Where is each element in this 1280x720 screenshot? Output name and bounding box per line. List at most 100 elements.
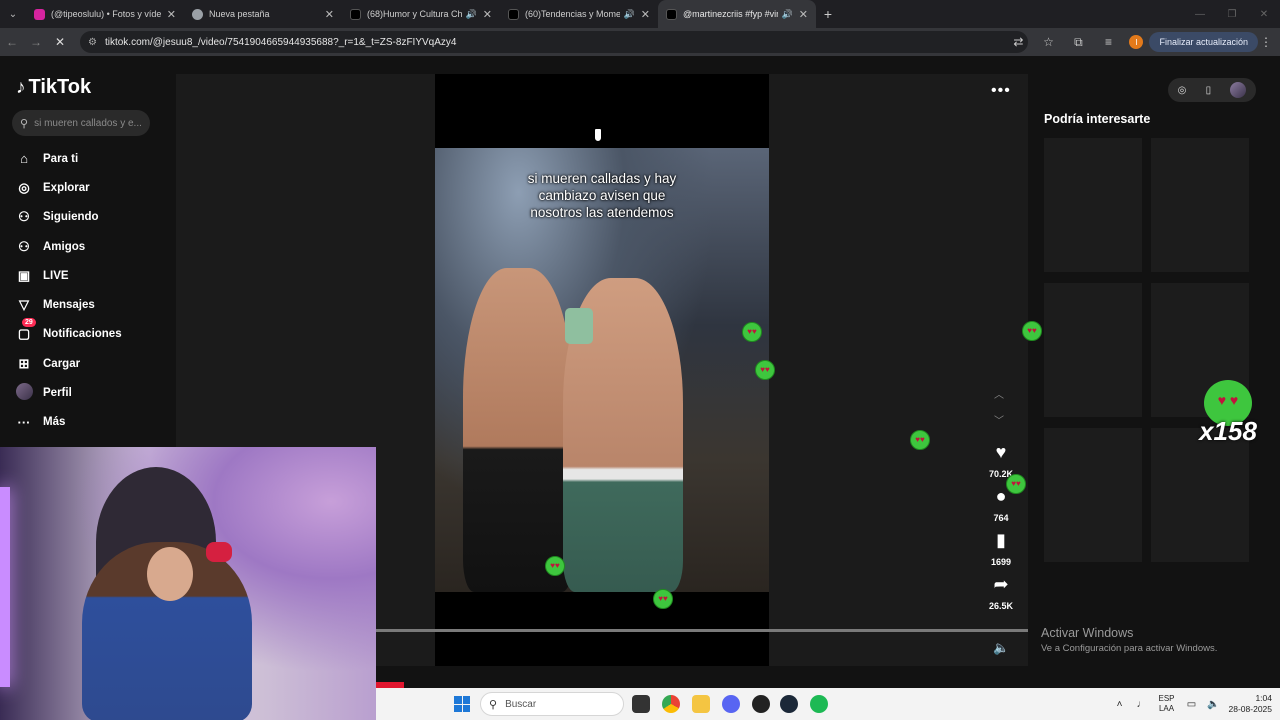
- chevron-up-icon[interactable]: ︿: [994, 386, 1004, 401]
- sidebar-item-mensajes[interactable]: ▽ Mensajes: [14, 290, 164, 319]
- sidebar-item-para-ti[interactable]: ⌂ Para ti: [14, 144, 164, 173]
- media-controls-icon[interactable]: ≡: [1093, 28, 1123, 56]
- browser-tab[interactable]: (@tipeoslulu) • Fotos y vídeos d ✕: [26, 0, 184, 28]
- address-bar[interactable]: ⚙ tiktok.com/@jesuu8_/video/754190466594…: [80, 31, 1028, 53]
- more-icon: ···: [17, 414, 31, 430]
- save-button[interactable]: ▮ 1699: [978, 530, 1024, 570]
- steam-icon[interactable]: [780, 695, 798, 713]
- site-info-icon[interactable]: ⚙: [88, 37, 97, 48]
- sidebar-item-perfil[interactable]: Perfil: [14, 378, 164, 407]
- tab-search-icon[interactable]: ⌄: [0, 0, 26, 28]
- volume-icon[interactable]: 🔈: [993, 640, 1009, 656]
- language-code: ESP: [1158, 694, 1175, 703]
- sidebar-item-cargar[interactable]: ⊞ Cargar: [14, 349, 164, 378]
- maximize-icon[interactable]: ❐: [1216, 0, 1248, 28]
- video-progress-bar[interactable]: [376, 629, 1028, 632]
- save-count: 1699: [990, 557, 1012, 567]
- browser-tab-active[interactable]: @martinezcriis #fyp #viral 🔊 ✕: [658, 0, 816, 28]
- forward-icon[interactable]: →: [24, 28, 48, 56]
- phone-image: [565, 308, 593, 344]
- coin-icon[interactable]: ◎: [1178, 85, 1187, 96]
- tiktok-note-icon: ♪: [16, 76, 26, 98]
- gift-combo-count: x158: [1199, 416, 1257, 446]
- task-view-icon[interactable]: [632, 695, 650, 713]
- close-tab-icon[interactable]: ✕: [167, 8, 176, 21]
- tiktok-favicon-icon: [350, 8, 361, 20]
- tiktok-logo[interactable]: ♪ TikTok: [16, 76, 91, 99]
- clock-time: 1:04: [1255, 693, 1272, 703]
- sidebar-item-notificaciones[interactable]: ▢ 29 Notificaciones: [14, 318, 164, 349]
- new-tab-button[interactable]: +: [816, 0, 840, 28]
- close-tab-icon[interactable]: ✕: [641, 8, 650, 21]
- windows-start-icon[interactable]: [454, 696, 470, 712]
- sidebar-item-amigos[interactable]: ⚇ Amigos: [14, 232, 164, 261]
- speaker-icon[interactable]: 🔊: [466, 9, 477, 20]
- gift-emoji-icon: ♥♥: [755, 360, 775, 380]
- minimize-icon[interactable]: —: [1184, 0, 1216, 28]
- share-button[interactable]: ➦ 26.5K: [978, 574, 1024, 614]
- taskbar-search-input[interactable]: ⚲ Buscar: [480, 692, 624, 716]
- sidebar-item-live[interactable]: ▣ LIVE: [14, 261, 164, 290]
- logo-text: TikTok: [28, 76, 92, 98]
- windows-activation-watermark: Activar Windows Ve a Configuración para …: [1041, 626, 1217, 654]
- close-tab-icon[interactable]: ✕: [483, 8, 492, 21]
- gift-emoji-icon: ♥♥: [910, 430, 930, 450]
- browser-tab[interactable]: (60)Tendencias y Momentos 🔊 ✕: [500, 0, 658, 28]
- bookmark-star-icon[interactable]: ☆: [1033, 28, 1063, 56]
- recommendation-tile[interactable]: [1044, 138, 1142, 272]
- sidebar-item-siguiendo[interactable]: ⚇ Siguiendo: [14, 203, 164, 232]
- following-icon: ⚇: [18, 209, 30, 225]
- discord-icon[interactable]: [722, 695, 740, 713]
- extensions-icon[interactable]: ⧉: [1063, 28, 1093, 56]
- speaker-icon[interactable]: 🔊: [624, 9, 635, 20]
- stop-loading-icon[interactable]: ✕: [48, 28, 72, 56]
- close-tab-icon[interactable]: ✕: [799, 8, 808, 21]
- recommendation-tile[interactable]: [1044, 283, 1142, 417]
- obs-icon[interactable]: [752, 695, 770, 713]
- close-window-icon[interactable]: ✕: [1248, 0, 1280, 28]
- browser-tab[interactable]: (68)Humor y Cultura Chilena en 🔊 ✕: [342, 0, 500, 28]
- sidebar-item-explorar[interactable]: ◎ Explorar: [14, 173, 164, 202]
- sidebar-item-label: Más: [43, 416, 66, 429]
- tiktok-favicon-icon: [508, 8, 519, 20]
- device-icon[interactable]: ▯: [1206, 85, 1212, 96]
- more-options-icon[interactable]: •••: [991, 82, 1011, 100]
- browser-menu-icon[interactable]: ⋮: [1258, 28, 1274, 56]
- back-icon[interactable]: ←: [0, 28, 24, 56]
- recommendation-tile[interactable]: [1044, 428, 1142, 562]
- gift-emoji-icon: ♥♥: [545, 556, 565, 576]
- network-icon[interactable]: ▭: [1181, 699, 1203, 710]
- clock[interactable]: 1:04 28-08-2025: [1229, 693, 1272, 715]
- update-button[interactable]: Finalizar actualización: [1149, 32, 1258, 52]
- top-actions: ◎ ▯: [1168, 78, 1256, 102]
- caption-line: si mueren calladas y hay: [527, 171, 677, 186]
- browser-toolbar: ← → ✕ ⚙ tiktok.com/@jesuu8_/video/754190…: [0, 28, 1280, 56]
- browser-tab[interactable]: Nueva pestaña ✕: [184, 0, 342, 28]
- system-tray: ˄ ♩ ESP LAA ▭ 🔈 1:04 28-08-2025: [1109, 688, 1280, 720]
- volume-icon[interactable]: 🔈: [1203, 699, 1225, 710]
- search-input[interactable]: ⚲ si mueren callados y e...: [12, 110, 150, 136]
- avatar[interactable]: [1230, 82, 1247, 98]
- compass-icon: ◎: [18, 179, 30, 195]
- speaker-icon[interactable]: 🔊: [782, 9, 793, 20]
- close-tab-icon[interactable]: ✕: [325, 8, 334, 21]
- sidebar-item-label: Perfil: [43, 387, 72, 400]
- video-player[interactable]: si mueren calladas y hay cambiazo avisen…: [435, 148, 769, 592]
- chevron-down-icon[interactable]: ﹀: [994, 412, 1004, 427]
- recommendation-tile[interactable]: [1151, 428, 1249, 562]
- chevron-up-icon[interactable]: ˄: [1109, 699, 1131, 710]
- file-explorer-icon[interactable]: [692, 695, 710, 713]
- spotify-icon[interactable]: [810, 695, 828, 713]
- recommendation-tile[interactable]: [1151, 138, 1249, 272]
- microphone-icon[interactable]: ♩: [1131, 699, 1153, 710]
- translate-icon[interactable]: ⇄: [1003, 28, 1033, 56]
- profile-avatar[interactable]: I: [1129, 35, 1144, 49]
- language-indicator[interactable]: ESP LAA: [1159, 694, 1175, 714]
- messages-icon: ▽: [19, 297, 29, 313]
- sidebar-item-label: Amigos: [43, 240, 86, 253]
- led-light: [0, 487, 10, 687]
- home-icon: ⌂: [20, 151, 28, 167]
- gift-emoji-icon: ♥♥: [742, 322, 762, 342]
- sidebar-item-mas[interactable]: ··· Más: [14, 408, 164, 437]
- chrome-icon[interactable]: [662, 695, 680, 713]
